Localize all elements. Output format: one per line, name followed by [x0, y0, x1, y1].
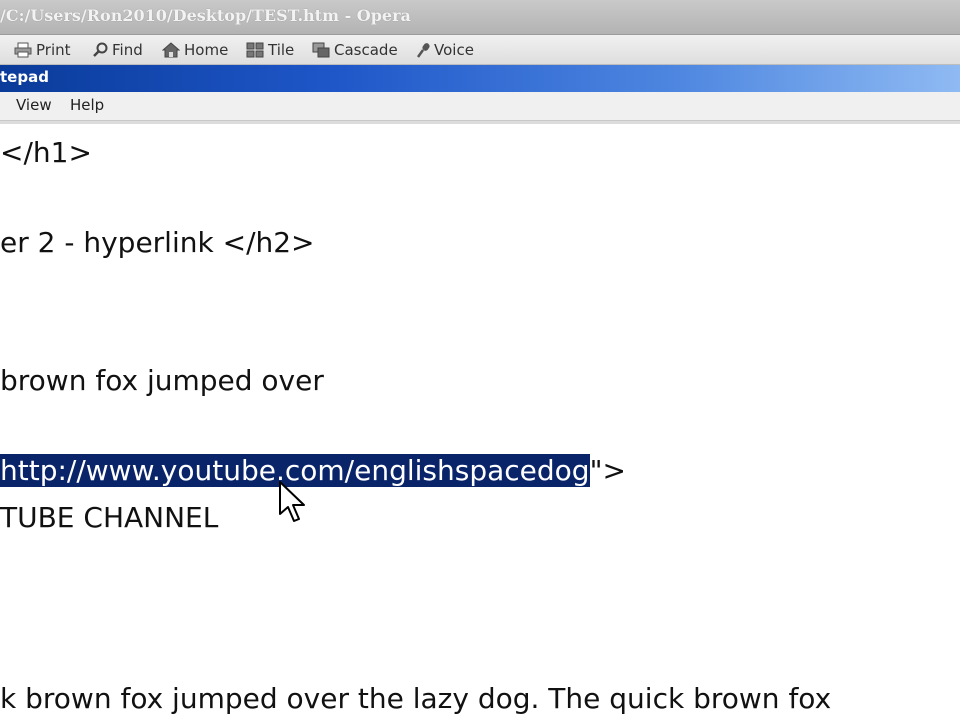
link-tail-text: "> — [589, 454, 626, 487]
notepad-window-title: tepad — [0, 68, 49, 86]
microphone-icon — [416, 43, 430, 58]
print-button[interactable]: Print — [14, 40, 71, 60]
magnifier-icon — [93, 42, 108, 57]
notepad-menu-bar: View Help — [0, 92, 960, 121]
menu-help[interactable]: Help — [70, 96, 104, 114]
tile-button[interactable]: Tile — [246, 40, 294, 60]
mouse-pointer-icon — [279, 481, 305, 522]
cascade-button[interactable]: Cascade — [312, 40, 398, 60]
code-line-bottom: k brown fox jumped over the lazy dog. Th… — [0, 682, 832, 715]
code-line-h2: er 2 - hyperlink </h2> — [0, 226, 315, 259]
print-label: Print — [36, 41, 71, 59]
opera-window-title: /C:/Users/Ron2010/Desktop/TEST.htm - Ope… — [0, 6, 411, 25]
menu-view[interactable]: View — [16, 96, 52, 114]
home-icon — [162, 42, 180, 58]
tile-icon — [246, 42, 264, 58]
code-line-fox: brown fox jumped over — [0, 364, 324, 397]
tile-label: Tile — [268, 41, 295, 59]
editor-text-area[interactable]: </h1> er 2 - hyperlink </h2> brown fox j… — [0, 121, 960, 720]
voice-label: Voice — [434, 41, 474, 59]
voice-button[interactable]: Voice — [416, 40, 474, 60]
notepad-title-bar[interactable]: tepad — [0, 65, 960, 92]
opera-toolbar: Print Find Home Tile Cascade Voice — [0, 35, 960, 65]
opera-title-bar[interactable]: /C:/Users/Ron2010/Desktop/TEST.htm - Ope… — [0, 0, 960, 35]
code-line-channel: TUBE CHANNEL — [0, 501, 219, 534]
home-button[interactable]: Home — [162, 40, 228, 60]
cascade-label: Cascade — [334, 41, 398, 59]
cascade-icon — [312, 42, 330, 58]
home-label: Home — [184, 41, 229, 59]
find-button[interactable]: Find — [92, 40, 143, 60]
find-label: Find — [112, 41, 143, 59]
code-line-link: http://www.youtube.com/englishspacedog"> — [0, 454, 626, 488]
code-line-h1-end: </h1> — [0, 136, 92, 169]
printer-icon — [14, 42, 32, 58]
screen: /C:/Users/Ron2010/Desktop/TEST.htm - Ope… — [0, 0, 960, 720]
